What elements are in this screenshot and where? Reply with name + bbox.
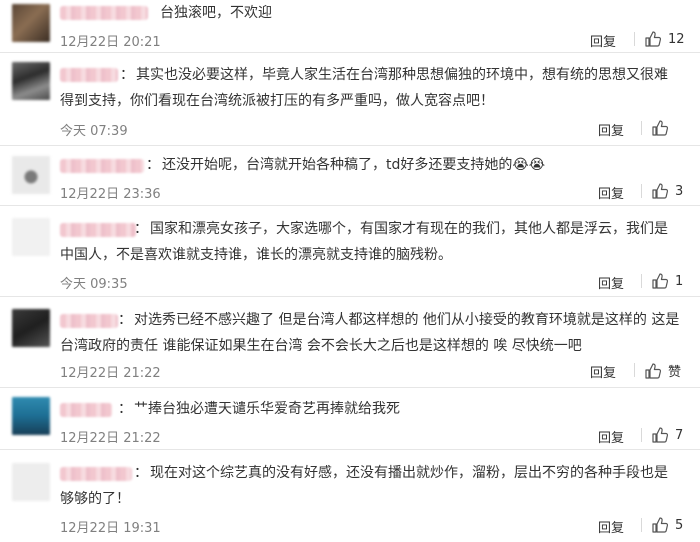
comment-list: 台独滚吧，不欢迎 12月22日 20:21 回复 12 ：其实也没必要这样，毕竟… xyxy=(0,0,700,542)
reply-button[interactable]: 回复 xyxy=(598,183,624,202)
comment-item: ：对选秀已经不感兴趣了 但是台湾人都这样想的 他们从小接受的教育环境就是这样的 … xyxy=(0,297,700,388)
avatar[interactable] xyxy=(12,397,50,435)
like-button[interactable]: 3 xyxy=(641,182,684,200)
thumbs-up-icon xyxy=(644,362,662,380)
comment-time: 12月22日 19:31 xyxy=(60,521,161,536)
comment-text: ：还没开始呢，台湾就开始各种稿了，td好多还要支持她的😭😭 xyxy=(146,157,546,173)
reply-button[interactable]: 回复 xyxy=(598,273,624,292)
avatar[interactable] xyxy=(12,218,50,256)
like-button[interactable]: 赞 xyxy=(634,361,682,380)
like-button[interactable]: 1 xyxy=(641,272,684,290)
like-count: 3 xyxy=(675,183,684,199)
divider xyxy=(641,121,642,135)
reply-button[interactable]: 回复 xyxy=(598,517,624,536)
comment-time: 12月22日 20:21 xyxy=(60,35,161,50)
divider xyxy=(641,184,642,198)
avatar[interactable] xyxy=(12,156,50,194)
reply-button[interactable]: 回复 xyxy=(590,362,616,381)
comment-item: ：还没开始呢，台湾就开始各种稿了，td好多还要支持她的😭😭 12月22日 23:… xyxy=(0,146,700,206)
thumbs-up-icon xyxy=(651,182,669,200)
like-count: 5 xyxy=(675,517,684,533)
like-count: 赞 xyxy=(668,365,682,380)
avatar[interactable] xyxy=(12,62,50,100)
reply-button[interactable]: 回复 xyxy=(590,31,616,50)
thumbs-up-icon xyxy=(651,272,669,290)
thumbs-up-icon xyxy=(644,30,662,48)
comment-item: ：艹捧台独必遭天谴乐华爱奇艺再捧就给我死 12月22日 21:22 回复 7 xyxy=(0,388,700,450)
crying-emoji-icon: 😭😭 xyxy=(512,157,546,173)
reply-button[interactable]: 回复 xyxy=(598,120,624,139)
like-button[interactable]: 7 xyxy=(641,426,684,444)
username[interactable] xyxy=(60,6,148,20)
comment-time: 今天 07:39 xyxy=(60,124,128,139)
like-count: 12 xyxy=(668,31,685,47)
comment-text: ：现在对这个综艺真的没有好感，还没有播出就炒作，溜粉，层出不穷的各种手段也是够够… xyxy=(60,465,668,507)
comment-text: ：艹捧台独必遭天谴乐华爱奇艺再捧就给我死 xyxy=(118,401,400,417)
like-button[interactable]: 5 xyxy=(641,516,684,534)
comment-text: ：对选秀已经不感兴趣了 但是台湾人都这样想的 他们从小接受的教育环境就是这样的 … xyxy=(60,312,680,354)
comment-time: 今天 09:35 xyxy=(60,277,128,292)
thumbs-up-icon xyxy=(651,119,669,137)
divider xyxy=(634,32,635,46)
thumbs-up-icon xyxy=(651,516,669,534)
like-button[interactable]: 12 xyxy=(634,30,685,48)
divider xyxy=(641,518,642,532)
comment-text: ：其实也没必要这样，毕竟人家生活在台湾那种思想偏独的环境中，想有统的思想又很难得… xyxy=(60,67,668,109)
like-count: 7 xyxy=(675,427,684,443)
comment-time: 12月22日 21:22 xyxy=(60,366,161,381)
comment-text: ：国家和漂亮女孩子，大家选哪个，有国家才有现在的我们，其他人都是浮云，我们是中国… xyxy=(60,221,668,263)
divider xyxy=(634,363,635,377)
like-count: 1 xyxy=(675,273,684,289)
comment-item: ：国家和漂亮女孩子，大家选哪个，有国家才有现在的我们，其他人都是浮云，我们是中国… xyxy=(0,206,700,297)
comment-item: 台独滚吧，不欢迎 12月22日 20:21 回复 12 xyxy=(0,0,700,53)
divider xyxy=(641,428,642,442)
divider xyxy=(641,274,642,288)
comment-time: 12月22日 21:22 xyxy=(60,431,161,446)
like-button[interactable] xyxy=(641,119,675,137)
comment-text: 台独滚吧，不欢迎 xyxy=(160,5,272,21)
reply-button[interactable]: 回复 xyxy=(598,427,624,446)
comment-item: ：其实也没必要这样，毕竟人家生活在台湾那种思想偏独的环境中，想有统的思想又很难得… xyxy=(0,53,700,146)
thumbs-up-icon xyxy=(651,426,669,444)
comment-time: 12月22日 23:36 xyxy=(60,187,161,202)
avatar[interactable] xyxy=(12,463,50,501)
avatar[interactable] xyxy=(12,309,50,347)
avatar[interactable] xyxy=(12,4,50,42)
comment-item: ：现在对这个综艺真的没有好感，还没有播出就炒作，溜粉，层出不穷的各种手段也是够够… xyxy=(0,450,700,542)
